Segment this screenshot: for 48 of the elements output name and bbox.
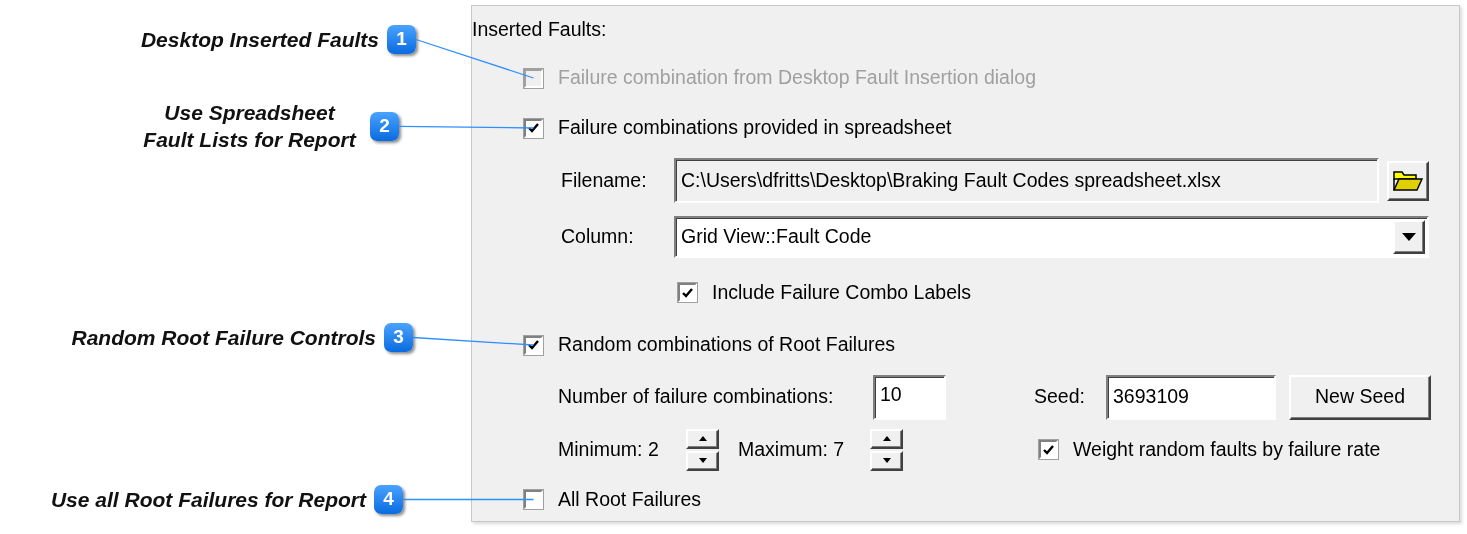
filename-field[interactable]: C:\Users\dfritts\Desktop\Braking Fault Codes spreadsheet.xlsx — [674, 158, 1379, 203]
minimum-label: Minimum: 2 — [558, 436, 660, 462]
checkmark-icon — [528, 123, 539, 133]
checkbox-label: Failure combination from Desktop Fault Insertion dialog — [558, 65, 1036, 91]
checkbox[interactable] — [1039, 440, 1058, 459]
number-badge: 4 — [374, 485, 403, 514]
count-field[interactable]: 10 — [873, 374, 946, 420]
filename-label: Filename: — [561, 167, 648, 193]
checkbox[interactable] — [524, 118, 543, 138]
seed-field[interactable]: 3693109 — [1106, 374, 1276, 420]
maximum-label: Maximum: 7 — [738, 436, 846, 462]
spin-down-button[interactable] — [686, 450, 719, 471]
spin-down-button[interactable] — [870, 450, 903, 471]
checkmark-icon — [528, 340, 539, 350]
number-badge: 1 — [387, 25, 416, 54]
checkmark-icon — [682, 287, 693, 298]
panel-title: Inserted Faults: — [472, 16, 607, 42]
checkbox[interactable] — [524, 490, 543, 509]
folder-icon — [1393, 169, 1423, 192]
spin-up-button[interactable] — [870, 428, 903, 449]
spin-up-button[interactable] — [686, 428, 719, 449]
checkbox-label: Include Failure Combo Labels — [712, 279, 972, 305]
dropdown-arrow-button[interactable] — [1393, 220, 1425, 254]
checkbox-label: Weight random faults by failure rate — [1073, 436, 1381, 462]
number-badge: 2 — [370, 111, 399, 141]
column-label: Column: — [561, 224, 635, 250]
checkbox[interactable] — [678, 283, 697, 302]
callout-label: Desktop Inserted Faults — [140, 26, 379, 53]
down-arrow-icon — [698, 458, 707, 463]
seed-label: Seed: — [1034, 384, 1086, 410]
checkbox-label: Failure combinations provided in spreadsheet — [558, 115, 952, 141]
callout-label: Random Root Failure Controls — [71, 324, 376, 351]
new-seed-button[interactable]: New Seed — [1289, 374, 1431, 420]
checkmark-icon — [1043, 444, 1054, 455]
callout-label: Use all Root Failures for Report — [50, 486, 366, 513]
column-dropdown[interactable]: Grid View::Fault Code — [674, 216, 1429, 258]
callout-label: Use Spreadsheet Fault Lists for Report — [142, 100, 358, 154]
checkbox-label: Random combinations of Root Failures — [558, 332, 896, 358]
up-arrow-icon — [698, 436, 707, 441]
number-badge: 3 — [384, 323, 413, 352]
checkbox-label: All Root Failures — [558, 486, 702, 512]
down-arrow-icon — [882, 458, 891, 463]
browse-button[interactable] — [1387, 160, 1429, 201]
count-label: Number of failure combinations: — [558, 384, 835, 410]
dropdown-value: Grid View::Fault Code — [681, 224, 872, 250]
up-arrow-icon — [882, 436, 891, 441]
checkbox[interactable] — [524, 335, 543, 355]
caret-icon — [1402, 233, 1416, 241]
